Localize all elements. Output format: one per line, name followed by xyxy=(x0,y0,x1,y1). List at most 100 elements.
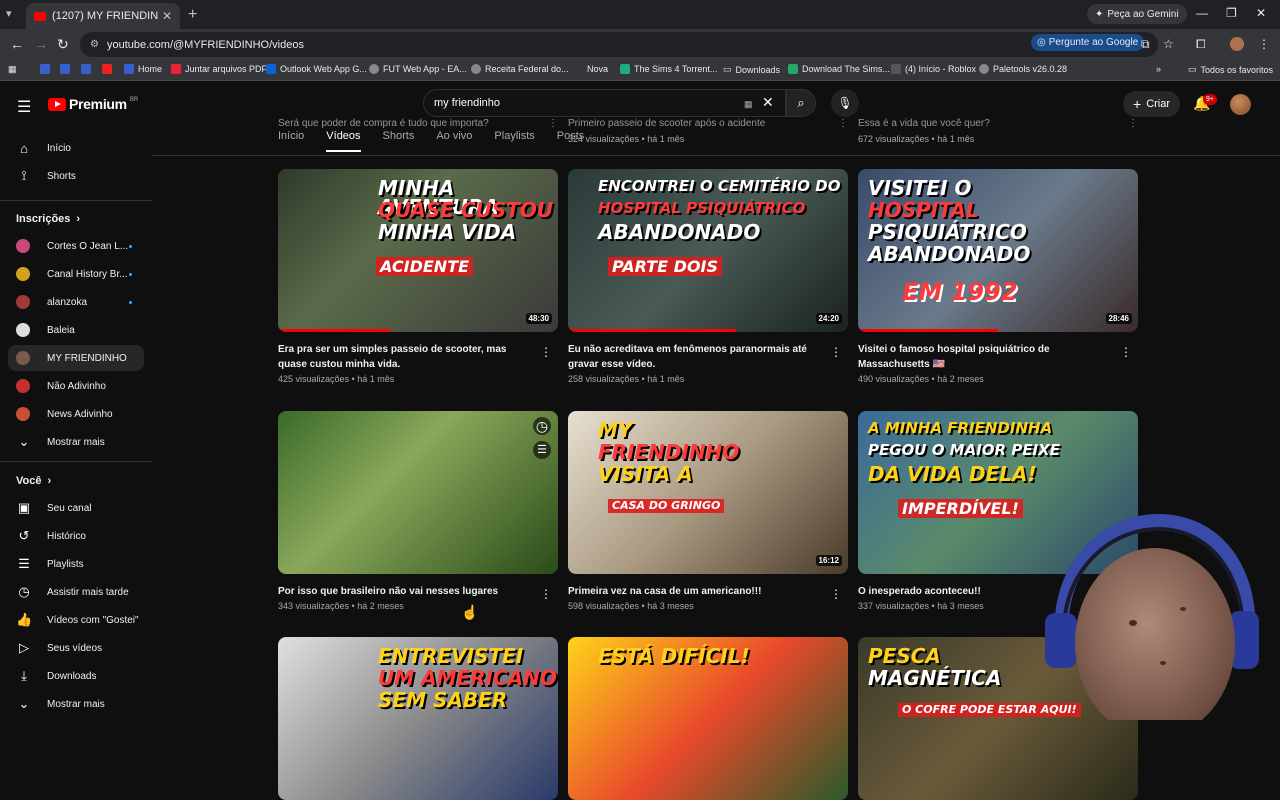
sidebar-you-item[interactable]: ▷ Seus vídeos xyxy=(8,635,144,661)
video-card[interactable]: MY FRIENDINHO VISITA A CASA DO GRINGO 16:12 P… xyxy=(568,411,848,611)
channel-tab[interactable]: Playlists xyxy=(494,130,534,152)
you-section-header[interactable]: Você › xyxy=(16,475,51,487)
video-card[interactable]: ENTREVISTEI UM AMERICANO SEM SABER xyxy=(278,637,558,800)
video-title[interactable]: Era pra ser um simples passeio de scoote… xyxy=(278,342,558,372)
video-card[interactable]: ENCONTREI O CEMITÉRIO DO HOSPITAL PSIQUIÁ… xyxy=(568,169,848,384)
bookmark-sims-download[interactable]: Download The Sims... xyxy=(788,64,890,74)
profile-avatar-icon[interactable] xyxy=(1230,37,1244,51)
sidebar-you-item[interactable]: ◷ Assistir mais tarde xyxy=(8,579,144,605)
sidebar-item-shorts[interactable]: ⟟ Shorts xyxy=(8,163,144,189)
video-title[interactable]: Primeira vez na casa de um americano!!! xyxy=(568,584,848,599)
tab-search-icon[interactable]: ▾ xyxy=(6,7,12,20)
apps-grid-icon[interactable]: ▦ xyxy=(8,64,17,75)
bookmark-icon-3[interactable] xyxy=(81,64,91,74)
bookmark-nova[interactable]: Nova xyxy=(577,64,608,74)
bookmark-star-icon[interactable]: ☆ xyxy=(1163,37,1174,51)
voice-search-button[interactable]: 🎙 xyxy=(831,89,859,117)
forward-button[interactable]: → xyxy=(34,36,48,52)
video-menu-icon[interactable]: ⋮ xyxy=(1120,345,1132,359)
bookmark-downloads[interactable]: ▭ Downloads xyxy=(723,64,780,75)
bookmark-outlook[interactable]: Outlook Web App G... xyxy=(266,64,367,74)
sidebar-you-item[interactable]: ↺ Histórico xyxy=(8,523,144,549)
sidebar-subscription[interactable]: Não Adivinho xyxy=(8,373,144,399)
sidebar-you-item[interactable]: ⤓ Downloads xyxy=(8,663,144,689)
bookmark-roblox[interactable]: (4) Início - Roblox xyxy=(891,64,976,74)
video-title[interactable]: Por isso que brasileiro não vai nesses l… xyxy=(278,584,558,599)
sidebar-subscription[interactable]: Baleia xyxy=(8,317,144,343)
channel-tab[interactable]: Ao vivo xyxy=(436,130,472,152)
browser-tab-youtube[interactable]: (1207) MY FRIENDINHO - YouTube ✕ xyxy=(26,3,180,29)
video-card[interactable]: VISITEI O HOSPITAL PSIQUIÁTRICO ABANDONADO E… xyxy=(858,169,1138,384)
bookmark-sims-torrent[interactable]: The Sims 4 Torrent... xyxy=(620,64,717,74)
channel-tab[interactable]: Vídeos xyxy=(326,130,361,152)
keyboard-icon[interactable]: ▦ xyxy=(744,99,753,110)
video-menu-icon[interactable]: ⋮ xyxy=(830,587,842,601)
scrolled-video-title[interactable]: Essa é a vida que você quer? xyxy=(858,118,990,129)
add-to-queue-icon[interactable]: ☰ xyxy=(533,441,551,459)
sidebar-you-item[interactable]: ☰ Playlists xyxy=(8,551,144,577)
scrolled-video-title[interactable]: Será que poder de compra é tudo que impo… xyxy=(278,118,489,129)
video-title[interactable]: Visitei o famoso hospital psiquiátrico d… xyxy=(858,342,1138,372)
video-menu-icon[interactable]: ⋮ xyxy=(540,345,552,359)
scrolled-video-title[interactable]: Primeiro passeio de scooter após o acide… xyxy=(568,118,765,129)
sidebar-subscription[interactable]: MY FRIENDINHO xyxy=(8,345,144,371)
sidebar-subscription[interactable]: Canal History Br... xyxy=(8,261,144,287)
channel-tab[interactable]: Shorts xyxy=(383,130,415,152)
youtube-premium-logo[interactable]: Premium BR xyxy=(48,96,138,112)
video-menu-icon[interactable]: ⋮ xyxy=(830,345,842,359)
bookmark-icon-1[interactable] xyxy=(40,64,50,74)
sidebar-you-item[interactable]: ▣ Seu canal xyxy=(8,495,144,521)
video-thumbnail[interactable]: MY FRIENDINHO VISITA A CASA DO GRINGO 16:12 xyxy=(568,411,848,574)
all-bookmarks-folder[interactable]: ▭ Todos os favoritos xyxy=(1188,64,1273,75)
minimize-button[interactable]: — xyxy=(1196,6,1208,20)
video-menu-icon[interactable]: ⋮ xyxy=(540,587,552,601)
channel-tab[interactable]: Posts xyxy=(557,130,585,152)
new-tab-button[interactable]: + xyxy=(188,6,197,24)
video-title[interactable]: Eu não acreditava em fenômenos paranorma… xyxy=(568,342,848,372)
sidebar-item-home[interactable]: ⌂ Início xyxy=(8,135,144,161)
extensions-icon[interactable]: ⧠ xyxy=(1196,37,1206,52)
bookmark-receita[interactable]: Receita Federal do... xyxy=(471,64,569,74)
search-button[interactable]: ⌕ xyxy=(786,89,816,117)
watch-later-icon[interactable]: ◷ xyxy=(533,417,551,435)
scrolled-video-menu-icon[interactable]: ⋮ xyxy=(1128,118,1138,129)
video-card[interactable]: ◷ ☰ Por isso que brasileiro não vai nesses… xyxy=(278,411,558,611)
back-button[interactable]: ← xyxy=(10,36,24,52)
subscriptions-header[interactable]: Inscrições › xyxy=(16,213,80,225)
reload-button[interactable]: ↻ xyxy=(57,36,69,53)
show-more-subscriptions[interactable]: ⌄ Mostrar mais xyxy=(8,429,144,455)
video-thumbnail[interactable]: ENCONTREI O CEMITÉRIO DO HOSPITAL PSIQUIÁ… xyxy=(568,169,848,332)
video-thumbnail[interactable]: ESTÁ DIFÍCIL! xyxy=(568,637,848,800)
sidebar-you-item[interactable]: ⌄ Mostrar mais xyxy=(8,691,144,717)
bookmark-fut[interactable]: FUT Web App - EA... xyxy=(369,64,467,74)
scrolled-video-menu-icon[interactable]: ⋮ xyxy=(548,118,558,129)
sidebar-subscription[interactable]: News Adivinho xyxy=(8,401,144,427)
install-app-icon[interactable]: ⧉ xyxy=(1141,37,1150,52)
channel-tab[interactable]: Início xyxy=(278,130,304,152)
tab-close-icon[interactable]: ✕ xyxy=(162,9,172,23)
video-thumbnail[interactable]: VISITEI O HOSPITAL PSIQUIÁTRICO ABANDONADO E… xyxy=(858,169,1138,332)
video-thumbnail[interactable]: ◷ ☰ xyxy=(278,411,558,574)
bookmark-home[interactable]: Home xyxy=(124,64,162,74)
ask-google-button[interactable]: ◎ Pergunte ao Google xyxy=(1031,34,1145,51)
window-close-button[interactable]: ✕ xyxy=(1256,6,1266,20)
sidebar-subscription[interactable]: Cortes O Jean L... xyxy=(8,233,144,259)
browser-menu-icon[interactable]: ⋮ xyxy=(1258,37,1270,51)
menu-hamburger-icon[interactable]: ☰ xyxy=(17,97,31,117)
sidebar-you-item[interactable]: 👍 Vídeos com "Gostei" xyxy=(8,607,144,633)
scrolled-video-menu-icon[interactable]: ⋮ xyxy=(838,118,848,129)
gemini-button[interactable]: ✦ Peça ao Gemini xyxy=(1087,4,1187,24)
create-button[interactable]: + Criar xyxy=(1123,91,1181,117)
account-avatar[interactable] xyxy=(1230,94,1251,115)
bookmarks-overflow-icon[interactable]: » xyxy=(1156,64,1161,74)
bookmark-icon-2[interactable] xyxy=(60,64,70,74)
clear-search-icon[interactable]: ✕ xyxy=(762,94,774,111)
maximize-button[interactable]: ❐ xyxy=(1226,6,1237,20)
bookmark-youtube-icon[interactable] xyxy=(102,64,112,74)
video-thumbnail[interactable]: ENTREVISTEI UM AMERICANO SEM SABER xyxy=(278,637,558,800)
address-bar[interactable]: ⚙ youtube.com/@MYFRIENDINHO/videos xyxy=(80,32,1158,57)
video-card[interactable]: ESTÁ DIFÍCIL! xyxy=(568,637,848,800)
sidebar-subscription[interactable]: alanzoka xyxy=(8,289,144,315)
video-thumbnail[interactable]: MINHA AVENTURA QUASE CUSTOU MINHA VIDA ACID… xyxy=(278,169,558,332)
bookmark-pdf[interactable]: Juntar arquivos PDF xyxy=(171,64,267,74)
